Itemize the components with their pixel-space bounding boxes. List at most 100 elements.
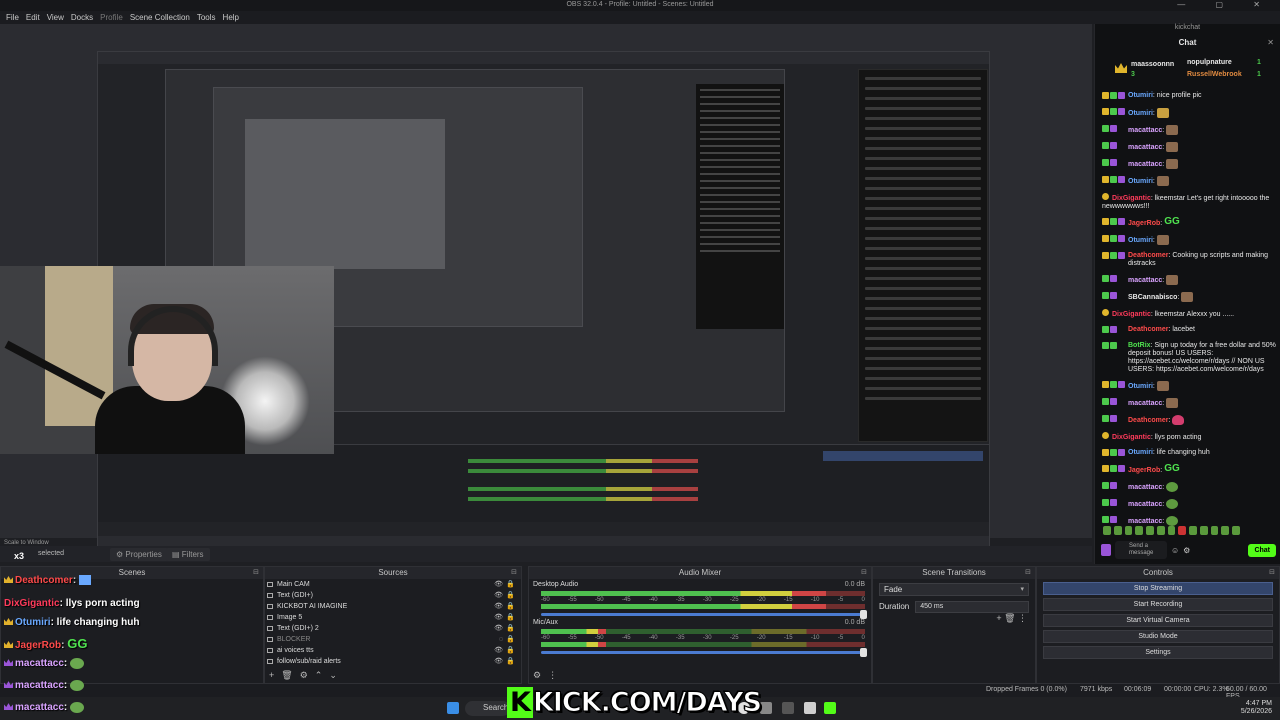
start-virtual-camera-button[interactable]: Start Virtual Camera (1043, 614, 1273, 627)
source-item[interactable]: ai voices tts 👁 🔒 (265, 645, 521, 656)
audio-mixer-panel: Audio Mixer ⊟ Desktop Audio 0.0 dB -60 -55… (528, 566, 872, 684)
send-chat-button[interactable]: Chat (1248, 543, 1276, 557)
source-item[interactable]: Image 5 👁 🔒 (265, 612, 521, 623)
scale-tick: -25 (729, 597, 739, 603)
source-item[interactable]: BLOCKER ◌ 🔒 (265, 634, 521, 645)
taskbar-clock[interactable]: 4:47 PM 5/26/2026 (1241, 700, 1272, 716)
menu-help[interactable]: Help (221, 11, 244, 24)
chat-message: macattacc: (1102, 125, 1276, 135)
menu-scene-collection[interactable]: Scene Collection (128, 11, 195, 24)
taskbar-search[interactable]: Search (465, 701, 510, 716)
nested-chat-small (696, 84, 784, 329)
menu-tools[interactable]: Tools (195, 11, 221, 24)
duration-input[interactable]: 450 ms (915, 600, 1029, 613)
source-item[interactable]: KICKBOT AI IMAGINE 👁 🔒 (265, 601, 521, 612)
chat-message: Deathcomer: lacebet (1102, 326, 1276, 335)
source-item[interactable]: follow/sub/raid alerts 👁 🔒 (265, 656, 521, 667)
scale-tick: 0 (861, 597, 865, 603)
chat-message: Otumiri: life changing huh (1102, 449, 1276, 458)
scale-tick: -45 (621, 597, 631, 603)
kick-brand-overlay: K KICK.COM/DAYS (507, 687, 763, 719)
dock-tabs-row: selected ⚙ Properties ▤ Filters (0, 546, 1092, 562)
top-gifter-count: 3 (1131, 71, 1135, 78)
track-db: 0.0 dB (844, 581, 865, 588)
menu-file[interactable]: File (4, 11, 24, 24)
overlay-chat-line: macattacc: (4, 680, 85, 691)
close-icon[interactable]: ✕ (1267, 38, 1274, 47)
kick-chat-panel: kickchat Chat ✕ maassoonnn 3 nopulpnatur… (1094, 24, 1280, 564)
volume-meter (541, 591, 865, 596)
source-item[interactable]: Main CAM 👁 🔒 (265, 579, 521, 590)
obs-icon[interactable] (804, 702, 816, 714)
stop-streaming-button[interactable]: Stop Streaming (1043, 582, 1273, 595)
settings-button[interactable]: Settings (1043, 646, 1273, 659)
nested-meter (468, 497, 698, 501)
transition-tools[interactable]: + 🗑 ⋮ (996, 613, 1027, 624)
down-icon[interactable]: ⌄ (329, 670, 337, 681)
scale-tick: -20 (756, 597, 766, 603)
app-icon[interactable] (760, 702, 772, 714)
volume-slider[interactable] (541, 648, 867, 657)
meter-scale: -60 -55 -50 -45 -40 -35 -30 -25 -20 -15 -10 -5 0 (541, 635, 865, 641)
mixer-track-mic: Mic/Aux 0.0 dB -60 -55 -50 -45 -40 -35 -30 -25-… (529, 617, 871, 657)
tab-filters[interactable]: ▤ Filters (166, 548, 210, 561)
chat-message: macattacc: (1102, 499, 1276, 509)
scale-tick: -55 (567, 597, 577, 603)
chat-message: Deathcomer: (1102, 415, 1276, 425)
up-icon[interactable]: ⌃ (315, 670, 323, 681)
scale-tick: -35 (675, 635, 685, 641)
settings-icon[interactable]: ⚙ (1183, 546, 1190, 555)
scale-tick: -40 (648, 597, 658, 603)
chat-message-list[interactable]: Otumiri: nice profile pic Otumiri: macat… (1102, 92, 1276, 533)
duration-row: Duration 450 ms (879, 600, 1029, 613)
chat-message: JagerRob: GG (1102, 464, 1276, 475)
app-icon[interactable] (782, 702, 794, 714)
scale-tick: -30 (702, 597, 712, 603)
studio-mode-button[interactable]: Studio Mode (1043, 630, 1273, 643)
menu-docks[interactable]: Docks (69, 11, 98, 24)
menu-profile[interactable]: Profile (98, 11, 128, 24)
gear-icon[interactable]: ⚙ (533, 670, 541, 681)
chat-message: JagerRob: GG (1102, 217, 1276, 228)
nested-chat (858, 69, 988, 442)
add-icon[interactable]: + (269, 670, 274, 681)
tab-properties[interactable]: ⚙ Properties (110, 548, 168, 561)
scale-tick: -50 (594, 635, 604, 641)
menu-icon[interactable]: ⋮ (548, 670, 557, 681)
source-item[interactable]: Text (GDI+) 👁 🔒 (265, 590, 521, 601)
chat-input[interactable]: Send a message (1115, 541, 1167, 559)
controls-header: Controls ⊟ (1037, 567, 1279, 579)
dropped-frames: Dropped Frames 0 (0.0%) (986, 686, 1067, 693)
chat-window-title: kickchat (1174, 24, 1201, 31)
scale-tick: -60 (541, 635, 550, 641)
volume-slider[interactable] (541, 610, 867, 619)
chat-message: macattacc: (1102, 482, 1276, 492)
chat-input-bar: Send a message ☺ ⚙ Chat (1101, 540, 1276, 560)
overlay-chat-line: Otumiri: life changing huh (4, 617, 139, 628)
kick-icon[interactable] (824, 702, 836, 714)
scale-tick: -10 (810, 597, 820, 603)
settings-icon[interactable]: ⚙ (300, 670, 308, 681)
menu-view[interactable]: View (45, 11, 69, 24)
mic-icon[interactable] (1101, 544, 1111, 556)
start-recording-button[interactable]: Start Recording (1043, 598, 1273, 611)
chat-header: Chat (1178, 38, 1197, 47)
chat-message: macattacc: (1102, 275, 1276, 285)
emote-quick-bar[interactable] (1103, 526, 1240, 536)
volume-meter (541, 629, 865, 634)
gifter-count: 1 (1257, 71, 1261, 78)
transition-select[interactable]: Fade ▾ (879, 583, 1029, 596)
emoji-icon[interactable]: ☺ (1171, 546, 1179, 555)
delete-icon[interactable]: 🗑 (281, 670, 292, 681)
windows-start-icon[interactable] (447, 702, 459, 714)
nested-meter (468, 459, 698, 463)
scale-tick: -40 (648, 635, 658, 641)
gifter-name: nopulpnature (1187, 59, 1232, 66)
menu-edit[interactable]: Edit (24, 11, 45, 24)
source-item[interactable]: Text (GDI+) 2 👁 🔒 (265, 623, 521, 634)
window-controls[interactable]: — ▢ ✕ (1177, 0, 1274, 9)
chat-message: macattacc: (1102, 142, 1276, 152)
chat-message: macattacc: (1102, 516, 1276, 526)
cpu-usage: CPU: 2.3% (1194, 686, 1229, 693)
track-db: 0.0 dB (844, 619, 865, 626)
